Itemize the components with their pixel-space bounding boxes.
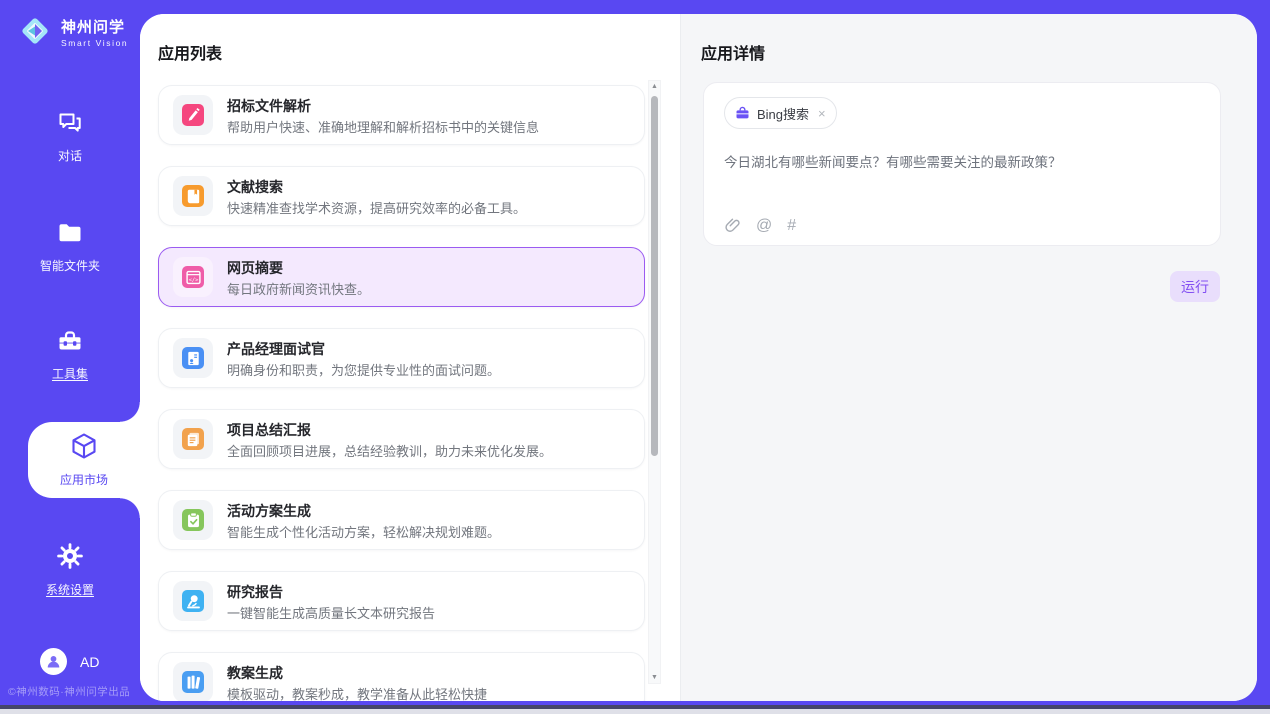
app-name: 研究报告 — [227, 582, 283, 602]
microscope-icon — [182, 590, 204, 612]
hash-icon[interactable]: # — [787, 218, 796, 234]
scrollbar-thumb[interactable] — [651, 96, 658, 456]
app-list-item[interactable]: 招标文件解析 帮助用户快速、准确地理解和解析招标书中的关键信息 — [158, 85, 645, 145]
brand-logo: 神州问学 Smart Vision — [16, 12, 128, 55]
gear-icon — [56, 557, 84, 574]
app-icon-tile — [173, 419, 213, 459]
app-description: 模板驱动，教案秒成，教学准备从此轻松快捷 — [227, 684, 487, 701]
app-icon-tile — [173, 662, 213, 701]
sidebar-item-label: 系统设置 — [0, 581, 140, 598]
sidebar-item-smart-folder[interactable]: 智能文件夹 — [0, 220, 140, 274]
sidebar-item-label: 应用市场 — [28, 471, 140, 488]
sidebar-item-label: 对话 — [0, 147, 140, 164]
app-icon-tile — [173, 338, 213, 378]
at-icon[interactable]: @ — [756, 218, 772, 234]
tool-tag-label: Bing搜索 — [757, 104, 809, 123]
app-name: 项目总结汇报 — [227, 420, 311, 440]
app-name: 产品经理面试官 — [227, 339, 325, 359]
app-name: 教案生成 — [227, 663, 283, 683]
app-description: 帮助用户快速、准确地理解和解析招标书中的关键信息 — [227, 117, 539, 136]
report-icon — [182, 428, 204, 450]
sidebar-item-label: 工具集 — [0, 365, 140, 382]
app-icon-tile — [173, 95, 213, 135]
run-button[interactable]: 运行 — [1170, 271, 1220, 302]
scroll-down-icon[interactable]: ▼ — [649, 674, 660, 681]
app-list-scrollbar[interactable]: ▲ ▼ — [648, 80, 661, 684]
app-icon-tile — [173, 176, 213, 216]
briefcase-icon — [735, 106, 750, 121]
app-description: 明确身份和职责，为您提供专业性的面试问题。 — [227, 360, 500, 379]
avatar — [40, 648, 67, 675]
app-list-item[interactable]: 教案生成 模板驱动，教案秒成，教学准备从此轻松快捷 — [158, 652, 645, 701]
app-list-item[interactable]: </> 网页摘要 每日政府新闻资讯快查。 — [158, 247, 645, 307]
brand-tagline: Smart Vision — [61, 39, 128, 48]
tool-tag-bing-search[interactable]: Bing搜索 × — [724, 97, 837, 129]
paperclip-icon[interactable] — [724, 217, 741, 235]
chat-icon — [56, 123, 84, 140]
app-description: 每日政府新闻资讯快查。 — [227, 279, 370, 298]
app-list-panel: 应用列表 招标文件解析 帮助用户快速、准确地理解和解析招标书中的关键信息 文献搜… — [140, 14, 680, 701]
sidebar: 神州问学 Smart Vision 对话 智能文件夹 — [0, 0, 140, 714]
app-name: 网页摘要 — [227, 258, 283, 278]
app-icon-tile — [173, 581, 213, 621]
sidebar-item-label: 智能文件夹 — [0, 257, 140, 274]
app-list-item[interactable]: 活动方案生成 智能生成个性化活动方案，轻松解决规划难题。 — [158, 490, 645, 550]
brand-name: 神州问学 — [61, 19, 125, 36]
app-description: 全面回顾项目进展，总结经验教训，助力未来优化发展。 — [227, 441, 552, 460]
app-name: 文献搜索 — [227, 177, 283, 197]
browser-icon: </> — [182, 266, 204, 288]
cube-icon — [69, 431, 99, 468]
app-list-title: 应用列表 — [158, 40, 222, 64]
app-list-item[interactable]: 产品经理面试官 明确身份和职责，为您提供专业性的面试问题。 — [158, 328, 645, 388]
app-list-item[interactable]: 项目总结汇报 全面回顾项目进展，总结经验教训，助力未来优化发展。 — [158, 409, 645, 469]
active-bubble-fillet-top — [120, 402, 140, 422]
query-input[interactable]: 今日湖北有哪些新闻要点？有哪些需要关注的最新政策？ — [724, 151, 1194, 171]
copyright-footer: ©神州数码·神州问学出品 — [0, 684, 158, 699]
app-description: 一键智能生成高质量长文本研究报告 — [227, 603, 435, 622]
sidebar-item-settings[interactable]: 系统设置 — [0, 542, 140, 598]
app-icon-tile: </> — [173, 257, 213, 297]
app-list-item[interactable]: 文献搜索 快速精准查找学术资源，提高研究效率的必备工具。 — [158, 166, 645, 226]
toolbox-icon — [56, 341, 84, 358]
active-bubble-fillet-bottom — [120, 498, 140, 518]
app-detail-panel: 应用详情 Bing搜索 × 今日湖北有哪些新闻要点？有哪些需要关注的最新政策？ — [680, 14, 1257, 701]
user-name: AD — [80, 654, 99, 670]
bottom-edge-light — [0, 709, 1270, 714]
sidebar-item-toolset[interactable]: 工具集 — [0, 328, 140, 382]
app-name: 招标文件解析 — [227, 96, 311, 116]
edit-icon — [182, 104, 204, 126]
app-list-item[interactable]: 研究报告 一键智能生成高质量长文本研究报告 — [158, 571, 645, 631]
folder-icon — [56, 233, 84, 250]
svg-text:</>: </> — [188, 277, 199, 283]
brand-diamond-icon — [16, 12, 54, 55]
sidebar-item-chat[interactable]: 对话 — [0, 110, 140, 164]
book-icon — [182, 185, 204, 207]
books-icon — [182, 671, 204, 693]
app-list: 招标文件解析 帮助用户快速、准确地理解和解析招标书中的关键信息 文献搜索 快速精… — [158, 85, 645, 701]
user-account[interactable]: AD — [40, 648, 99, 675]
app-description: 快速精准查找学术资源，提高研究效率的必备工具。 — [227, 198, 526, 217]
app-detail-title: 应用详情 — [701, 40, 765, 64]
scroll-up-icon[interactable]: ▲ — [649, 83, 660, 90]
main-content: 应用列表 招标文件解析 帮助用户快速、准确地理解和解析招标书中的关键信息 文献搜… — [140, 14, 1257, 701]
app-description: 智能生成个性化活动方案，轻松解决规划难题。 — [227, 522, 500, 541]
sidebar-item-app-market[interactable]: 应用市场 — [28, 422, 140, 498]
interview-icon — [182, 347, 204, 369]
app-detail-card: Bing搜索 × 今日湖北有哪些新闻要点？有哪些需要关注的最新政策？ @ # — [703, 82, 1221, 246]
app-name: 活动方案生成 — [227, 501, 311, 521]
input-toolbar: @ # — [724, 217, 796, 235]
tool-tag-close-icon[interactable]: × — [818, 106, 826, 121]
app-icon-tile — [173, 500, 213, 540]
clipboard-icon — [182, 509, 204, 531]
